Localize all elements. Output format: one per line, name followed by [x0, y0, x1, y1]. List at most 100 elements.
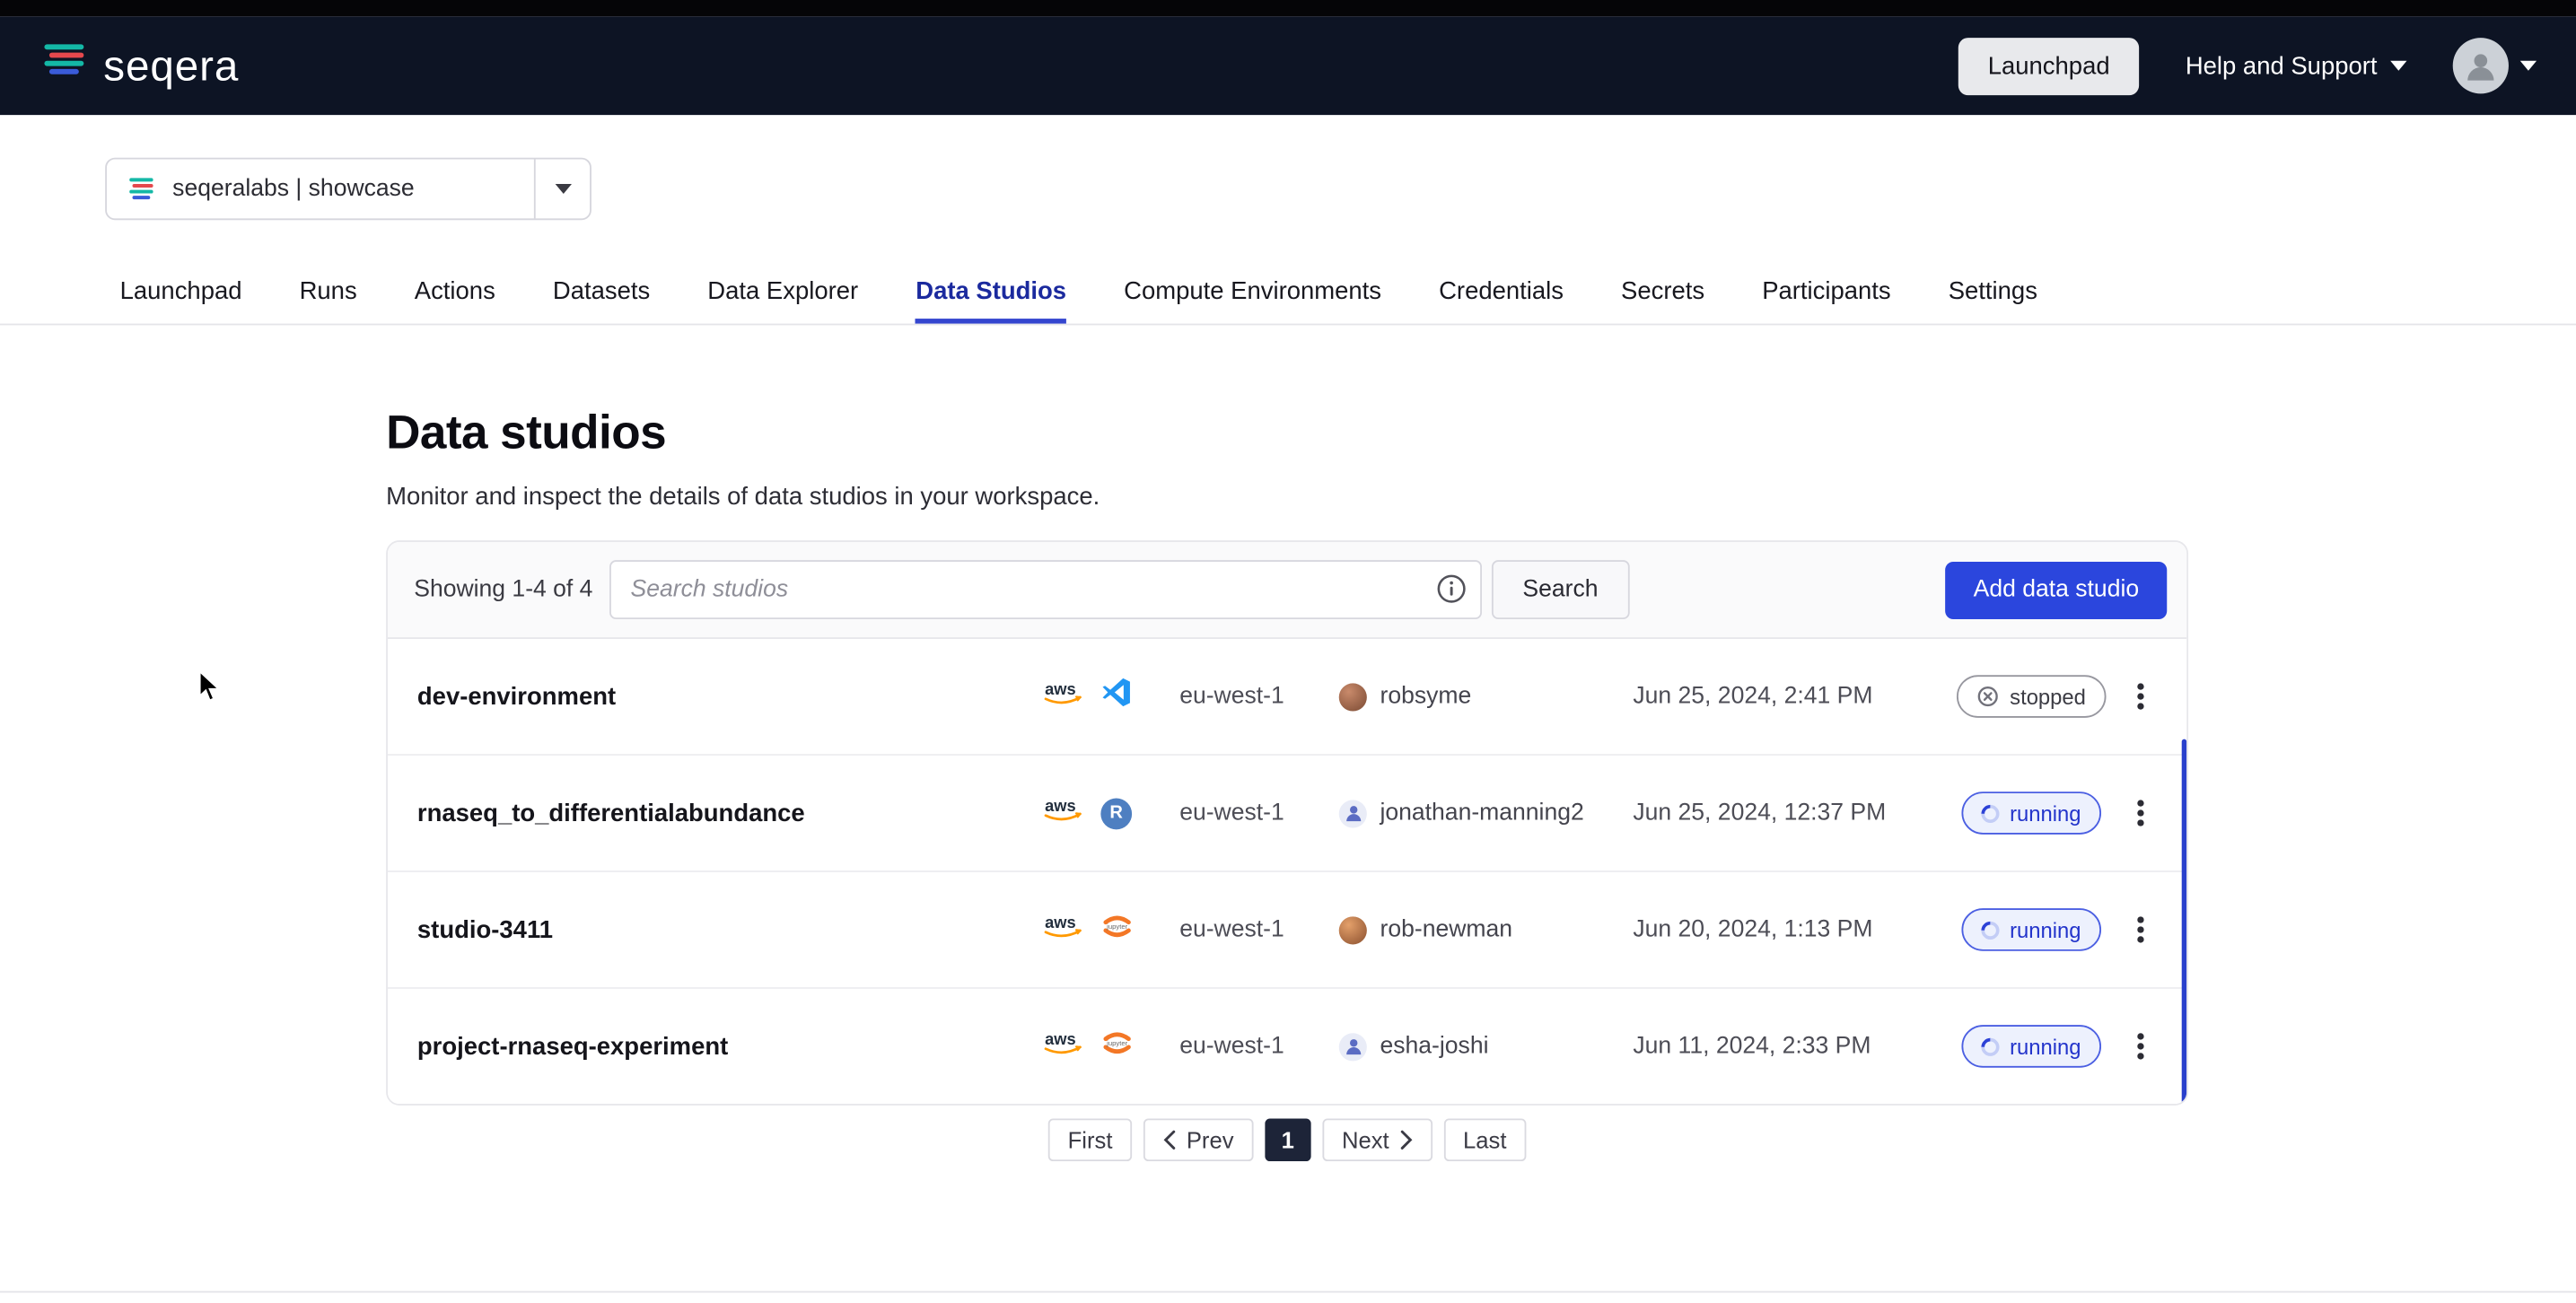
chevron-right-icon	[1399, 1130, 1413, 1150]
tab-label: Data Explorer	[707, 276, 858, 304]
studio-name[interactable]: dev-environment	[417, 683, 1042, 711]
tab-compute-environments[interactable]: Compute Environments	[1124, 263, 1381, 324]
studio-name[interactable]: rnaseq_to_differentialabundance	[417, 799, 1042, 826]
search-field-wrapper	[609, 560, 1482, 619]
studio-owner: rob-newman	[1339, 915, 1634, 943]
search-input[interactable]	[609, 560, 1482, 619]
status-cell: running	[1939, 908, 2125, 951]
status-badge: running	[1962, 908, 2100, 951]
chevron-down-icon	[2520, 61, 2537, 71]
aws-icon: aws	[1041, 678, 1084, 714]
tab-label: Credentials	[1439, 276, 1564, 304]
avatar	[1339, 683, 1367, 711]
svg-text:aws: aws	[1045, 796, 1076, 815]
workspace-label: seqeralabs | showcase	[172, 176, 534, 202]
pagination-first[interactable]: First	[1048, 1118, 1133, 1161]
studio-region: eu-west-1	[1179, 1033, 1339, 1059]
pagination-prev[interactable]: Prev	[1143, 1118, 1253, 1161]
status-label: running	[2010, 1034, 2081, 1058]
tab-label: Runs	[300, 276, 357, 304]
owner-name: robsyme	[1380, 683, 1471, 709]
studio-apps: aws jupyter	[1041, 1026, 1179, 1067]
vscode-icon	[1100, 677, 1132, 716]
workspace-selector[interactable]: seqeralabs | showcase	[105, 158, 591, 221]
help-support-menu[interactable]: Help and Support	[2186, 52, 2407, 80]
studio-region: eu-west-1	[1179, 800, 1339, 826]
studios-table-card: Showing 1-4 of 4 Search Add data studio	[386, 540, 2188, 1106]
search-button[interactable]: Search	[1492, 560, 1630, 619]
svg-text:jupyter: jupyter	[1106, 922, 1127, 930]
tab-datasets[interactable]: Datasets	[553, 263, 650, 324]
owner-name: jonathan-manning2	[1380, 800, 1583, 826]
pagination-page-1[interactable]: 1	[1265, 1118, 1310, 1161]
pagination-next-label: Next	[1342, 1127, 1389, 1153]
tab-launchpad[interactable]: Launchpad	[120, 263, 242, 324]
pagination: First Prev 1 Next Last	[386, 1118, 2188, 1161]
tab-secrets[interactable]: Secrets	[1621, 263, 1704, 324]
tab-settings[interactable]: Settings	[1949, 263, 2037, 324]
tab-participants[interactable]: Participants	[1762, 263, 1890, 324]
studio-date: Jun 25, 2024, 12:37 PM	[1633, 800, 1938, 826]
status-label: running	[2010, 917, 2081, 941]
running-spinner-icon	[1978, 1034, 2003, 1059]
workspace-org-icon	[127, 176, 156, 202]
kebab-icon	[2137, 693, 2143, 699]
seqera-logo[interactable]: seqera	[39, 40, 239, 92]
table-scrollbar[interactable]	[2182, 739, 2186, 1104]
add-data-studio-button[interactable]: Add data studio	[1946, 561, 2168, 618]
running-spinner-icon	[1978, 800, 2003, 826]
table-row[interactable]: rnaseq_to_differentialabundance aws R eu…	[388, 754, 2186, 870]
workspace-caret-button[interactable]	[534, 160, 590, 219]
studio-name[interactable]: studio-3411	[417, 915, 1042, 943]
status-cell: stopped	[1939, 675, 2125, 718]
row-menu-button[interactable]	[2125, 872, 2158, 987]
tab-label: Datasets	[553, 276, 650, 304]
running-spinner-icon	[1978, 917, 2003, 942]
studio-name[interactable]: project-rnaseq-experiment	[417, 1032, 1042, 1060]
jupyter-icon: jupyter	[1100, 1026, 1134, 1067]
status-badge: stopped	[1958, 675, 2106, 718]
pagination-next[interactable]: Next	[1322, 1118, 1432, 1161]
owner-name: esha-joshi	[1380, 1033, 1488, 1059]
page-subtitle: Monitor and inspect the details of data …	[386, 483, 2576, 511]
footer-divider	[0, 1291, 2576, 1293]
aws-icon: aws	[1041, 912, 1084, 948]
tab-label: Data Studios	[916, 276, 1066, 304]
svg-text:aws: aws	[1045, 679, 1076, 698]
top-navbar: seqera Launchpad Help and Support	[0, 16, 2576, 115]
launchpad-button[interactable]: Launchpad	[1958, 37, 2140, 94]
studio-apps: aws R	[1041, 795, 1179, 831]
row-menu-button[interactable]	[2125, 989, 2158, 1104]
studio-apps: aws jupyter	[1041, 909, 1179, 950]
table-toolbar: Showing 1-4 of 4 Search Add data studio	[388, 542, 2186, 639]
table-row[interactable]: studio-3411 aws jupyter	[388, 870, 2186, 987]
row-menu-button[interactable]	[2125, 756, 2158, 870]
pagination-last[interactable]: Last	[1443, 1118, 1526, 1161]
tab-label: Compute Environments	[1124, 276, 1381, 304]
r-analytics-icon: R	[1100, 798, 1132, 829]
jupyter-icon: jupyter	[1100, 909, 1134, 950]
status-cell: running	[1939, 1025, 2125, 1068]
user-menu[interactable]	[2453, 38, 2537, 93]
stopped-icon	[1977, 685, 2001, 708]
tab-actions[interactable]: Actions	[415, 263, 495, 324]
info-icon[interactable]	[1435, 573, 1467, 605]
main-content: Data studios Monitor and inspect the det…	[0, 407, 2576, 1161]
row-menu-button[interactable]	[2125, 639, 2158, 754]
tab-data-studios[interactable]: Data Studios	[916, 263, 1066, 324]
svg-text:aws: aws	[1045, 913, 1076, 931]
tab-credentials[interactable]: Credentials	[1439, 263, 1564, 324]
studio-date: Jun 25, 2024, 2:41 PM	[1633, 683, 1938, 709]
tab-label: Launchpad	[120, 276, 242, 304]
studio-owner: esha-joshi	[1339, 1032, 1634, 1060]
avatar	[1339, 1032, 1367, 1060]
table-row[interactable]: dev-environment aws	[388, 639, 2186, 754]
table-row[interactable]: project-rnaseq-experiment aws j	[388, 987, 2186, 1104]
user-avatar	[2453, 38, 2509, 93]
status-label: stopped	[2010, 684, 2086, 708]
tab-runs[interactable]: Runs	[300, 263, 357, 324]
tab-data-explorer[interactable]: Data Explorer	[707, 263, 858, 324]
kebab-icon	[2137, 926, 2143, 932]
studio-owner: jonathan-manning2	[1339, 799, 1634, 826]
aws-icon: aws	[1041, 795, 1084, 831]
